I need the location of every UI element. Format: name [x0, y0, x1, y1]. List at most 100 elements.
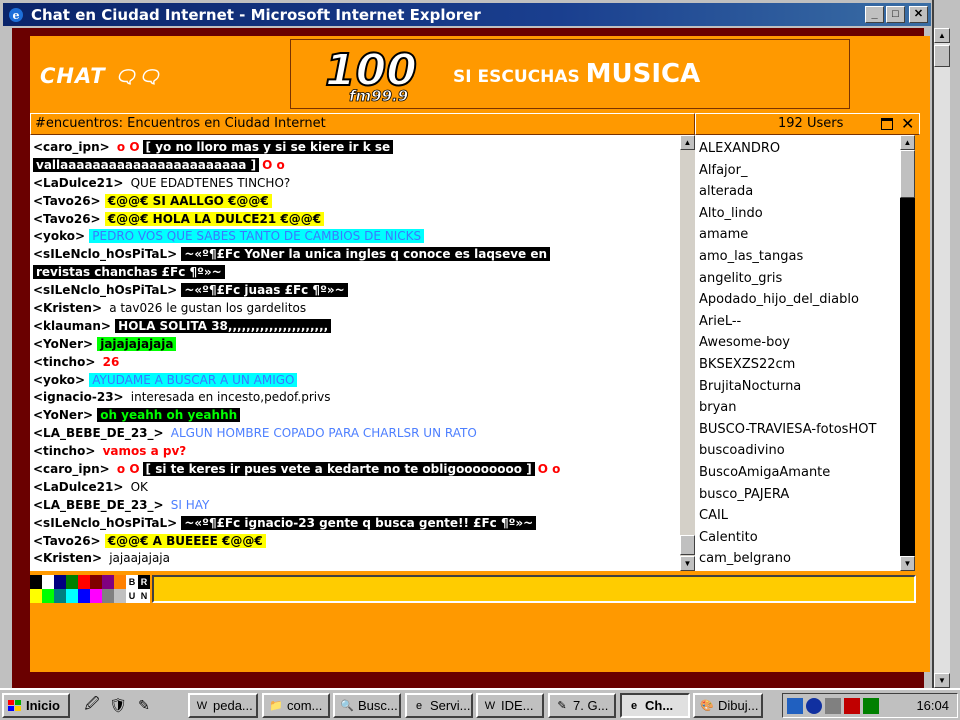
color-swatch[interactable]	[114, 589, 126, 603]
user-list-item[interactable]: Alto_lindo	[699, 203, 896, 225]
desktop-icon[interactable]: 🖉	[82, 695, 102, 715]
message-log[interactable]: <caro_ipn> o O[ yo no lloro mas y si se …	[30, 135, 680, 571]
color-swatch[interactable]	[102, 589, 114, 603]
message-nick[interactable]: <yoko>	[33, 229, 89, 243]
message-nick[interactable]: <caro_ipn>	[33, 140, 114, 154]
message-nick[interactable]: <Tavo26>	[33, 212, 105, 226]
message-nick[interactable]: <Kristen>	[33, 551, 106, 565]
color-swatch[interactable]	[30, 575, 42, 589]
user-list-item[interactable]: amo_las_tangas	[699, 246, 896, 268]
message-nick[interactable]: <YoNer>	[33, 337, 97, 351]
start-button[interactable]: Inicio	[2, 693, 70, 718]
message-nick[interactable]: <klauman>	[33, 319, 115, 333]
scroll-up-arrow-icon[interactable]: ▲	[900, 135, 915, 150]
color-palette[interactable]	[30, 575, 126, 603]
taskbar-button[interactable]: 🔍 Busc...	[333, 693, 401, 718]
user-list-item[interactable]: amame	[699, 224, 896, 246]
color-swatch[interactable]	[114, 575, 126, 589]
user-list-item[interactable]: alterada	[699, 181, 896, 203]
user-list-item[interactable]: angelito_gris	[699, 268, 896, 290]
format-button[interactable]: N	[138, 589, 150, 603]
scroll-down-arrow-icon[interactable]: ▼	[934, 673, 950, 688]
color-swatch[interactable]	[42, 575, 54, 589]
speaker-icon[interactable]	[863, 697, 879, 714]
radio-banner[interactable]: 100 fm99.9 SI ESCUCHAS MUSICA	[290, 39, 850, 109]
scroll-down-arrow-icon[interactable]: ▼	[680, 556, 695, 571]
user-list-item[interactable]: ArieL--	[699, 311, 896, 333]
user-list-item[interactable]: Calentito	[699, 527, 896, 549]
color-swatch[interactable]	[54, 589, 66, 603]
restore-panel-icon[interactable]	[881, 118, 893, 130]
close-button[interactable]: ✕	[909, 6, 928, 23]
message-nick[interactable]: <Kristen>	[33, 301, 106, 315]
message-nick[interactable]: <ignacio-23>	[33, 390, 128, 404]
message-scrollbar[interactable]: ▲ ▼	[680, 135, 695, 571]
minimize-button[interactable]: _	[865, 6, 884, 23]
message-nick[interactable]: <LaDulce21>	[33, 480, 128, 494]
title-bar[interactable]: e Chat en Ciudad Internet - Microsoft In…	[3, 3, 931, 26]
message-nick[interactable]: <LaDulce21>	[33, 176, 128, 190]
taskbar-button[interactable]: e Ch...	[620, 693, 690, 718]
message-nick[interactable]: <yoko>	[33, 373, 89, 387]
user-list-item[interactable]: Awesome-boy	[699, 332, 896, 354]
message-nick[interactable]: <sILeNclo_hOsPiTaL>	[33, 516, 181, 530]
user-list-item[interactable]: Alfajor_	[699, 160, 896, 182]
taskbar-button[interactable]: ✎ 7. G...	[548, 693, 616, 718]
message-nick[interactable]: <tincho>	[33, 444, 100, 458]
color-swatch[interactable]	[78, 575, 90, 589]
user-list-item[interactable]: bryan	[699, 397, 896, 419]
tray-app-icon[interactable]	[806, 697, 822, 714]
settings-icon[interactable]	[825, 697, 841, 714]
taskbar-button[interactable]: Wpeda...	[188, 693, 258, 718]
network-icon[interactable]	[787, 697, 803, 714]
user-list[interactable]: ALEXANDRO Alfajor_ alterada Alto_lindo amame…	[695, 135, 900, 571]
format-buttons[interactable]: BRUN	[126, 575, 150, 603]
user-list-item[interactable]: BuscoAmigaAmante	[699, 462, 896, 484]
user-list-item[interactable]: Apodado_hijo_del_diablo	[699, 289, 896, 311]
user-list-scrollbar[interactable]: ▲ ▼	[900, 135, 915, 571]
taskbar-button[interactable]: e Servi...	[405, 693, 473, 718]
user-list-item[interactable]: ALEXANDRO	[699, 138, 896, 160]
browser-scrollbar[interactable]: ▲ ▼	[934, 28, 950, 688]
color-swatch[interactable]	[66, 575, 78, 589]
message-nick[interactable]: <sILeNclo_hOsPiTaL>	[33, 283, 181, 297]
message-nick[interactable]: <LA_BEBE_DE_23_>	[33, 426, 168, 440]
message-nick[interactable]: <Tavo26>	[33, 194, 105, 208]
antivirus-icon[interactable]	[844, 697, 860, 714]
app-icon[interactable]: 🛡	[108, 695, 128, 715]
format-button[interactable]: R	[138, 575, 150, 589]
user-list-item[interactable]: BUSCO-TRAVIESA-fotosHOT	[699, 419, 896, 441]
scroll-up-arrow-icon[interactable]: ▲	[934, 28, 950, 43]
user-list-item[interactable]: buscoadivino	[699, 440, 896, 462]
user-list-item[interactable]: busco_PAJERA	[699, 484, 896, 506]
close-panel-icon[interactable]: ✕	[901, 114, 914, 133]
user-list-item[interactable]: cam_belgrano	[699, 548, 896, 570]
maximize-button[interactable]: □	[886, 6, 905, 23]
color-swatch[interactable]	[66, 589, 78, 603]
message-input[interactable]	[152, 575, 916, 603]
taskbar-button[interactable]: 📁 com...	[262, 693, 330, 718]
color-swatch[interactable]	[42, 589, 54, 603]
color-swatch[interactable]	[30, 589, 42, 603]
color-swatch[interactable]	[102, 575, 114, 589]
scroll-thumb[interactable]	[934, 45, 950, 67]
scroll-thumb[interactable]	[680, 535, 695, 555]
message-nick[interactable]: <tincho>	[33, 355, 100, 369]
color-swatch[interactable]	[54, 575, 66, 589]
message-nick[interactable]: <Tavo26>	[33, 534, 105, 548]
message-nick[interactable]: <sILeNclo_hOsPiTaL>	[33, 247, 181, 261]
format-button[interactable]: B	[126, 575, 138, 589]
format-button[interactable]: U	[126, 589, 138, 603]
user-list-item[interactable]: BrujitaNocturna	[699, 376, 896, 398]
color-swatch[interactable]	[90, 575, 102, 589]
scroll-thumb[interactable]	[900, 150, 915, 198]
message-nick[interactable]: <caro_ipn>	[33, 462, 114, 476]
color-swatch[interactable]	[78, 589, 90, 603]
user-list-item[interactable]: BKSEXZS22cm	[699, 354, 896, 376]
color-swatch[interactable]	[90, 589, 102, 603]
taskbar-button[interactable]: W IDE...	[476, 693, 544, 718]
message-nick[interactable]: <LA_BEBE_DE_23_>	[33, 498, 168, 512]
user-list-item[interactable]: CAIL	[699, 505, 896, 527]
pen-icon[interactable]: ✎	[134, 695, 154, 715]
message-nick[interactable]: <YoNer>	[33, 408, 97, 422]
